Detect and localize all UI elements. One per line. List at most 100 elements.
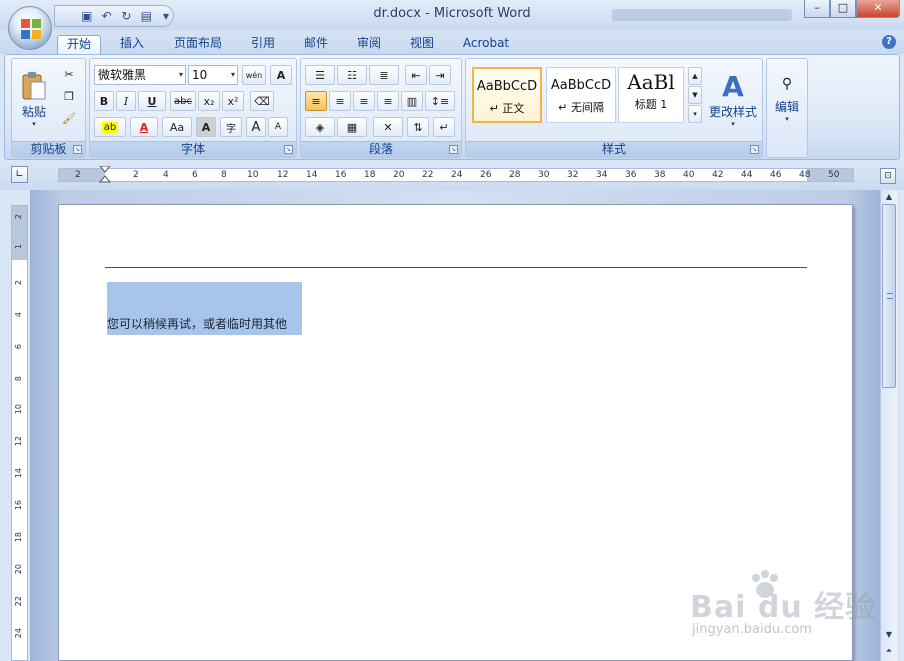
shrink-font-button[interactable]: A bbox=[268, 117, 288, 137]
scroll-up-icon[interactable]: ▲ bbox=[881, 190, 897, 204]
blurred-title-area bbox=[612, 9, 792, 21]
ruler-number: 46 bbox=[770, 170, 782, 180]
format-painter-icon[interactable]: 🖌 bbox=[60, 109, 78, 127]
sort-icon[interactable]: ⇅ bbox=[407, 117, 429, 137]
font-name-combo[interactable]: 微软雅黑 ▾ bbox=[94, 65, 186, 85]
align-left-button[interactable]: ≡ bbox=[305, 91, 327, 111]
watermark-url: jingyan.baidu.com bbox=[692, 622, 812, 637]
styles-scroll-up-icon[interactable]: ▲ bbox=[688, 67, 702, 85]
distributed-button[interactable]: ▥ bbox=[401, 91, 423, 111]
numbering-button[interactable]: ☷ bbox=[337, 65, 367, 85]
editing-button[interactable]: ⚲ 编辑 ▾ bbox=[769, 63, 805, 135]
ruler-number: 50 bbox=[828, 170, 840, 180]
tab-references[interactable]: 引用 bbox=[243, 35, 283, 54]
justify-button[interactable]: ≡ bbox=[377, 91, 399, 111]
copy-icon[interactable]: ❐ bbox=[60, 87, 78, 105]
header-divider bbox=[105, 267, 807, 268]
tab-review[interactable]: 审阅 bbox=[349, 35, 389, 54]
style-heading-1[interactable]: AaBl 标题 1 bbox=[618, 67, 684, 123]
binoculars-icon: ⚲ bbox=[781, 75, 793, 92]
chevron-down-icon: ▾ bbox=[230, 70, 235, 79]
scroll-down-icon[interactable]: ▼ bbox=[881, 628, 897, 642]
ruler-number: 14 bbox=[14, 468, 23, 479]
shading-button[interactable]: ◈ bbox=[305, 117, 335, 137]
scroll-thumb[interactable] bbox=[882, 204, 896, 388]
previous-page-icon[interactable]: ⏶ bbox=[881, 644, 897, 658]
tab-acrobat[interactable]: Acrobat bbox=[455, 35, 517, 54]
tab-home[interactable]: 开始 bbox=[57, 35, 101, 54]
strikethrough-button[interactable]: abc bbox=[170, 91, 196, 111]
change-case-button[interactable]: Aa bbox=[162, 117, 192, 137]
align-right-button[interactable]: ≡ bbox=[353, 91, 375, 111]
font-size-combo[interactable]: 10 ▾ bbox=[188, 65, 238, 85]
paste-icon bbox=[22, 71, 46, 99]
styles-group: AaBbCcD ↵ 正文 AaBbCcD ↵ 无间隔 AaBl 标题 1 ▲ ▼… bbox=[465, 58, 763, 158]
document-paragraph[interactable]: 您可以稍候再试，或者临时用其他 bbox=[107, 315, 287, 332]
watermark-brand: Bai du 经验 bbox=[690, 590, 877, 625]
tab-mailings[interactable]: 邮件 bbox=[296, 35, 336, 54]
ruler-number: 10 bbox=[14, 404, 23, 415]
vertical-ruler[interactable]: 2 1 2 4 6 8 10 12 14 16 18 20 22 24 bbox=[11, 205, 28, 661]
minimize-button[interactable]: – bbox=[804, 0, 830, 18]
style-no-spacing[interactable]: AaBbCcD ↵ 无间隔 bbox=[546, 67, 616, 123]
clipboard-launcher-icon[interactable]: ↘ bbox=[73, 145, 82, 154]
chinese-layout-button[interactable]: ✕ bbox=[373, 117, 403, 137]
font-launcher-icon[interactable]: ↘ bbox=[284, 145, 293, 154]
paragraph-launcher-icon[interactable]: ↘ bbox=[449, 145, 458, 154]
align-center-button[interactable]: ≡ bbox=[329, 91, 351, 111]
paste-label: 粘贴 bbox=[21, 104, 46, 119]
character-shading-button[interactable]: A bbox=[196, 117, 216, 137]
tab-page-layout[interactable]: 页面布局 bbox=[164, 35, 232, 54]
paste-button[interactable]: 粘贴 ▾ bbox=[16, 63, 52, 135]
multilevel-list-button[interactable]: ≣ bbox=[369, 65, 399, 85]
enclose-characters-button[interactable]: 字 bbox=[220, 117, 242, 137]
paragraph-group-label: 段落 bbox=[301, 141, 461, 157]
ruler-number: 18 bbox=[14, 532, 23, 543]
styles-scroll-down-icon[interactable]: ▼ bbox=[688, 86, 702, 104]
cut-icon[interactable]: ✂ bbox=[60, 65, 78, 83]
style-normal[interactable]: AaBbCcD ↵ 正文 bbox=[472, 67, 542, 123]
underline-button[interactable]: U bbox=[138, 91, 166, 111]
horizontal-ruler[interactable]: 2 2 4 6 8 10 12 14 16 18 20 22 24 26 28 … bbox=[58, 166, 854, 184]
ruler-number: 8 bbox=[14, 376, 23, 382]
bold-button[interactable]: B bbox=[94, 91, 114, 111]
font-size-value: 10 bbox=[192, 68, 208, 82]
character-border-button[interactable]: A bbox=[270, 65, 292, 85]
tab-insert[interactable]: 插入 bbox=[112, 35, 152, 54]
decrease-indent-icon[interactable]: ⇤ bbox=[405, 65, 427, 85]
ruler-number: 32 bbox=[567, 170, 579, 180]
styles-group-label: 样式 bbox=[466, 141, 762, 157]
ruler-number: 2 bbox=[14, 280, 23, 286]
line-spacing-button[interactable]: ↕≡ bbox=[425, 91, 455, 111]
styles-more-icon[interactable]: ▾ bbox=[688, 105, 702, 123]
font-color-button[interactable]: A bbox=[130, 117, 158, 137]
change-styles-icon: A bbox=[722, 70, 744, 103]
show-marks-icon[interactable]: ↵ bbox=[433, 117, 455, 137]
clear-formatting-icon[interactable]: ⌫ bbox=[250, 91, 274, 111]
subscript-button[interactable]: x₂ bbox=[198, 91, 220, 111]
grow-font-button[interactable]: A bbox=[246, 117, 266, 137]
superscript-button[interactable]: x² bbox=[222, 91, 244, 111]
change-styles-button[interactable]: A 更改样式 ▾ bbox=[706, 63, 760, 135]
highlight-button[interactable]: ab bbox=[94, 117, 126, 137]
increase-indent-icon[interactable]: ⇥ bbox=[429, 65, 451, 85]
editing-label: 编辑 bbox=[774, 99, 799, 114]
maximize-button[interactable]: □ bbox=[830, 0, 856, 18]
office-button[interactable] bbox=[8, 6, 52, 50]
vertical-scrollbar[interactable]: ▲ ▼ ⏶ bbox=[880, 190, 897, 661]
ruler-number: 36 bbox=[625, 170, 637, 180]
ruler-number: 48 bbox=[799, 170, 811, 180]
bullets-button[interactable]: ☰ bbox=[305, 65, 335, 85]
ruler-number: 30 bbox=[538, 170, 550, 180]
ruler-number: 22 bbox=[422, 170, 434, 180]
tab-selector-button[interactable]: ∟ bbox=[11, 166, 28, 183]
phonetic-guide-button[interactable]: wén bbox=[242, 65, 266, 85]
view-ruler-icon[interactable]: ⊡ bbox=[880, 168, 896, 184]
italic-button[interactable]: I bbox=[116, 91, 136, 111]
borders-button[interactable]: ▦ bbox=[337, 117, 367, 137]
help-icon[interactable]: ? bbox=[882, 35, 896, 49]
close-button[interactable]: ✕ bbox=[856, 0, 900, 18]
indent-marker-icon[interactable] bbox=[99, 166, 111, 184]
tab-view[interactable]: 视图 bbox=[402, 35, 442, 54]
styles-launcher-icon[interactable]: ↘ bbox=[750, 145, 759, 154]
